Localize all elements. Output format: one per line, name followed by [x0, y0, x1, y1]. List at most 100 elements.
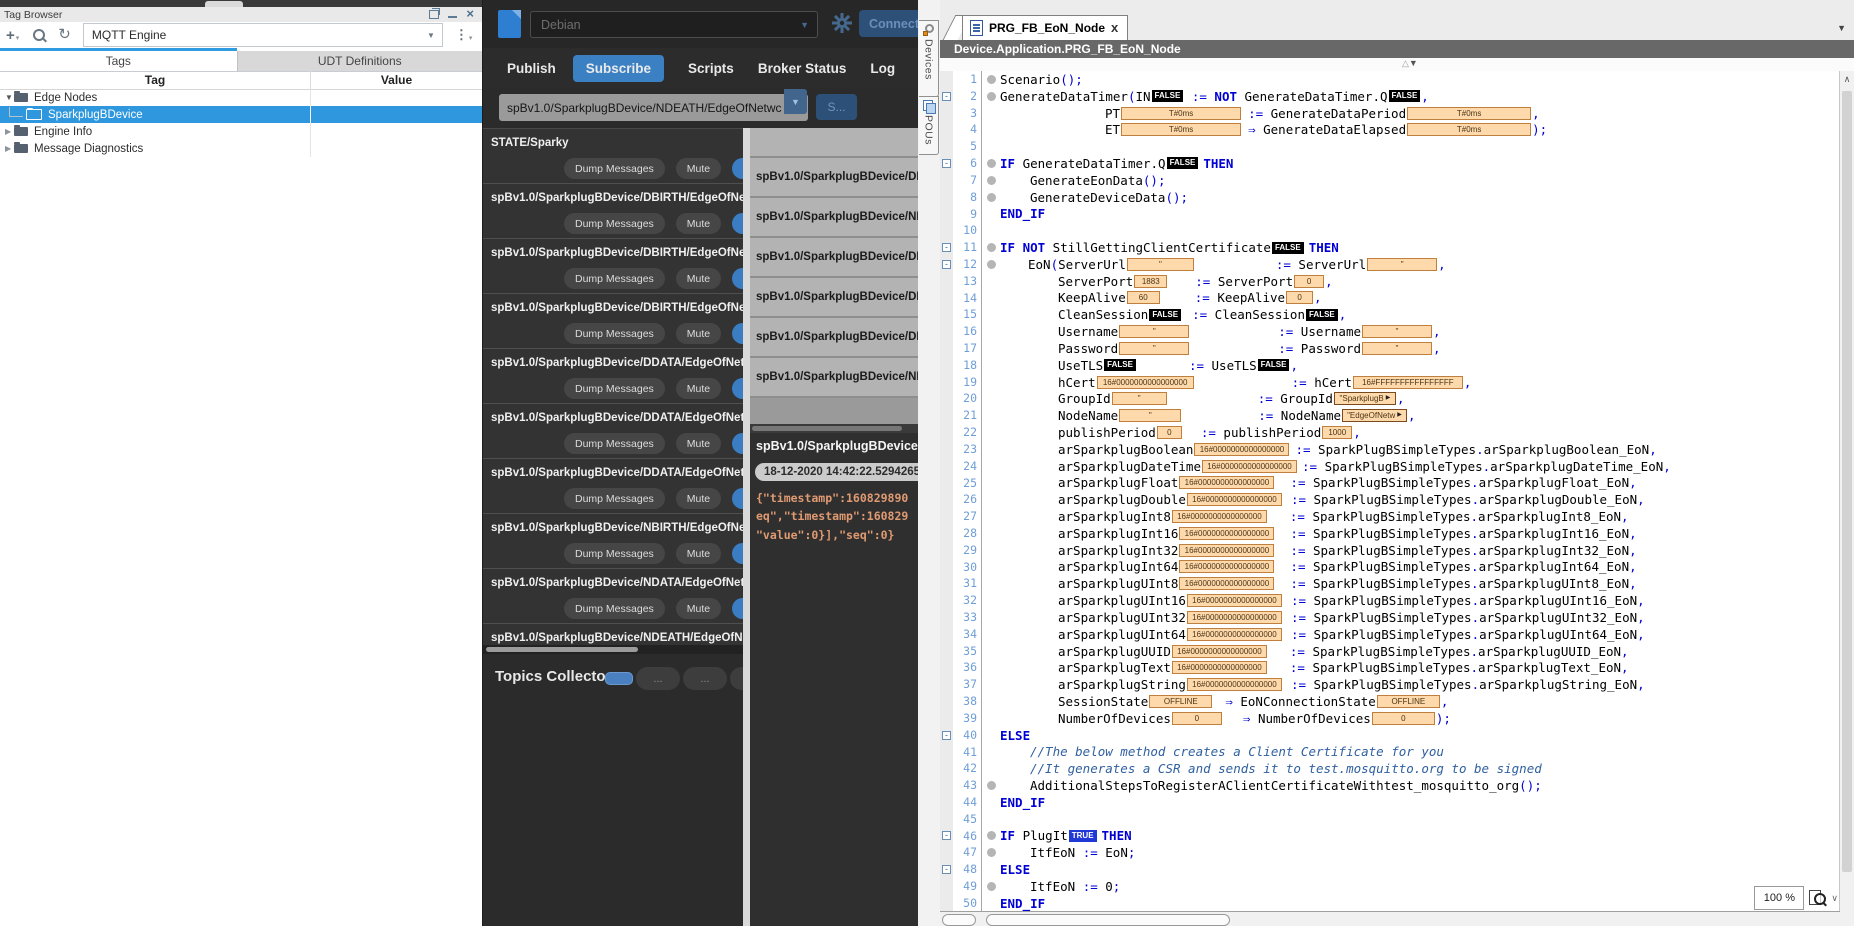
breakpoint-dot[interactable]: [987, 831, 996, 840]
subscription-item[interactable]: spBv1.0/SparkplugBDevice/DDATA/EdgeOfNet…: [483, 404, 743, 459]
nav-tab-publish[interactable]: Publish: [507, 61, 556, 76]
tree-row[interactable]: ▼Edge Nodes: [0, 89, 482, 106]
dump-messages-button[interactable]: Dump Messages: [564, 433, 665, 454]
pous-panel-tab[interactable]: POUs: [919, 96, 939, 155]
line-number[interactable]: 36: [953, 659, 982, 676]
line-number[interactable]: 2: [953, 88, 982, 105]
breakpoint-column[interactable]: [982, 92, 1000, 101]
dump-messages-button[interactable]: Dump Messages: [564, 543, 665, 564]
message-row[interactable]: spBv1.0/SparkplugBDevice/DDAT: [750, 158, 918, 198]
magnifier-icon[interactable]: [1808, 889, 1827, 908]
hscrollbar-button[interactable]: [942, 914, 976, 926]
breakpoint-dot[interactable]: [987, 882, 996, 891]
unsubscribe-button[interactable]: Unsubscribe: [732, 323, 743, 344]
line-number[interactable]: 25: [953, 475, 982, 492]
breakpoint-dot[interactable]: [987, 176, 996, 185]
dump-messages-button[interactable]: Dump Messages: [564, 158, 665, 179]
line-number[interactable]: 33: [953, 609, 982, 626]
unsubscribe-button[interactable]: Unsubscribe: [732, 268, 743, 289]
line-number[interactable]: 4: [953, 121, 982, 138]
line-number[interactable]: 22: [953, 424, 982, 441]
editor-vscrollbar[interactable]: ∧: [1839, 71, 1854, 912]
line-number[interactable]: 47: [953, 844, 982, 861]
breakpoint-column[interactable]: [982, 193, 1000, 202]
breakpoint-dot[interactable]: [987, 260, 996, 269]
dump-messages-button[interactable]: Dump Messages: [564, 268, 665, 289]
line-number[interactable]: 50: [953, 895, 982, 912]
subscriptions-hscrollbar[interactable]: [483, 645, 743, 654]
line-number[interactable]: 6: [953, 155, 982, 172]
message-row[interactable]: spBv1.0/SparkplugBDevice/NDAT: [750, 198, 918, 238]
line-number[interactable]: 19: [953, 374, 982, 391]
refresh-icon[interactable]: ↻: [58, 28, 71, 42]
breakpoint-column[interactable]: [982, 243, 1000, 252]
unsubscribe-button[interactable]: Unsubscribe: [732, 488, 743, 509]
breakpoint-dot[interactable]: [987, 75, 996, 84]
line-number[interactable]: 10: [953, 222, 982, 239]
line-number[interactable]: 9: [953, 206, 982, 223]
column-header-tag[interactable]: Tag: [0, 71, 311, 89]
editor-tab[interactable]: PRG_FB_EoN_Node x: [962, 15, 1128, 40]
collector-toggle[interactable]: [605, 672, 633, 685]
mute-button[interactable]: Mute: [676, 543, 721, 564]
more-options-dropdown-icon[interactable]: ▾: [469, 34, 473, 42]
breakpoint-dot[interactable]: [987, 781, 996, 790]
fold-toggle[interactable]: -: [942, 92, 951, 101]
line-number[interactable]: 34: [953, 626, 982, 643]
breakpoint-column[interactable]: [982, 848, 1000, 857]
unsubscribe-button[interactable]: Unsubscribe: [732, 543, 743, 564]
tab-list-dropdown-icon[interactable]: ▼: [1837, 23, 1846, 33]
zoom-chevron-icon[interactable]: ∨: [1831, 893, 1838, 904]
unsubscribe-button[interactable]: Unsubscribe: [732, 378, 743, 399]
message-row[interactable]: spBv1.0/SparkplugBDevice/DDAT: [750, 278, 918, 318]
profile-select[interactable]: Debian ▼: [530, 11, 818, 38]
line-number[interactable]: 29: [953, 542, 982, 559]
line-number[interactable]: 21: [953, 407, 982, 424]
line-number[interactable]: 24: [953, 458, 982, 475]
subscription-item[interactable]: spBv1.0/SparkplugBDevice/DBIRTH/EdgeOfNe…: [483, 239, 743, 294]
editor-hscrollbar[interactable]: [940, 911, 1840, 926]
mute-button[interactable]: Mute: [676, 158, 721, 179]
line-number[interactable]: 49: [953, 878, 982, 895]
breakpoint-column[interactable]: [982, 176, 1000, 185]
nav-tab-broker-status[interactable]: Broker Status: [758, 61, 847, 76]
line-number[interactable]: 37: [953, 676, 982, 693]
dump-messages-button[interactable]: Dump Messages: [564, 488, 665, 509]
splitter-arrows-icon[interactable]: △▼: [1402, 58, 1418, 69]
line-number[interactable]: 39: [953, 710, 982, 727]
subscription-item[interactable]: STATE/SparkyDump MessagesMuteUnsubscribe: [483, 129, 743, 184]
mute-button[interactable]: Mute: [676, 488, 721, 509]
line-number[interactable]: 41: [953, 744, 982, 761]
breakpoint-column[interactable]: [982, 159, 1000, 168]
line-number[interactable]: 15: [953, 306, 982, 323]
line-number[interactable]: 27: [953, 508, 982, 525]
line-number[interactable]: 48: [953, 861, 982, 878]
line-number[interactable]: 38: [953, 693, 982, 710]
collector-button-1[interactable]: ...: [636, 667, 680, 690]
breakpoint-dot[interactable]: [987, 193, 996, 202]
message-row-partial[interactable]: [750, 128, 918, 158]
line-number[interactable]: 28: [953, 525, 982, 542]
expand-arrow-icon[interactable]: ▶: [1386, 393, 1391, 404]
tree-row[interactable]: SparkplugBDevice: [0, 106, 482, 123]
breakpoint-dot[interactable]: [987, 159, 996, 168]
line-number[interactable]: 16: [953, 323, 982, 340]
fold-toggle[interactable]: -: [942, 731, 951, 740]
line-number[interactable]: 32: [953, 592, 982, 609]
fold-toggle[interactable]: -: [942, 831, 951, 840]
line-number[interactable]: 20: [953, 390, 982, 407]
line-number[interactable]: 8: [953, 189, 982, 206]
close-icon[interactable]: ×: [466, 9, 474, 19]
tab-close-icon[interactable]: x: [1111, 22, 1118, 34]
line-number[interactable]: 42: [953, 760, 982, 777]
expand-arrow-icon[interactable]: ▶: [1397, 410, 1402, 421]
line-number[interactable]: 44: [953, 794, 982, 811]
declaration-splitter[interactable]: △▼: [940, 58, 1854, 72]
topic-select[interactable]: spBv1.0/SparkplugBDevice/NDEATH/EdgeOfNe…: [499, 94, 808, 121]
mute-button[interactable]: Mute: [676, 268, 721, 289]
line-number[interactable]: 5: [953, 138, 982, 155]
subscription-item[interactable]: spBv1.0/SparkplugBDevice/DDATA/EdgeOfNet…: [483, 349, 743, 404]
breakpoint-column[interactable]: [982, 831, 1000, 840]
add-tag-icon[interactable]: +: [6, 27, 15, 44]
fold-toggle[interactable]: -: [942, 260, 951, 269]
